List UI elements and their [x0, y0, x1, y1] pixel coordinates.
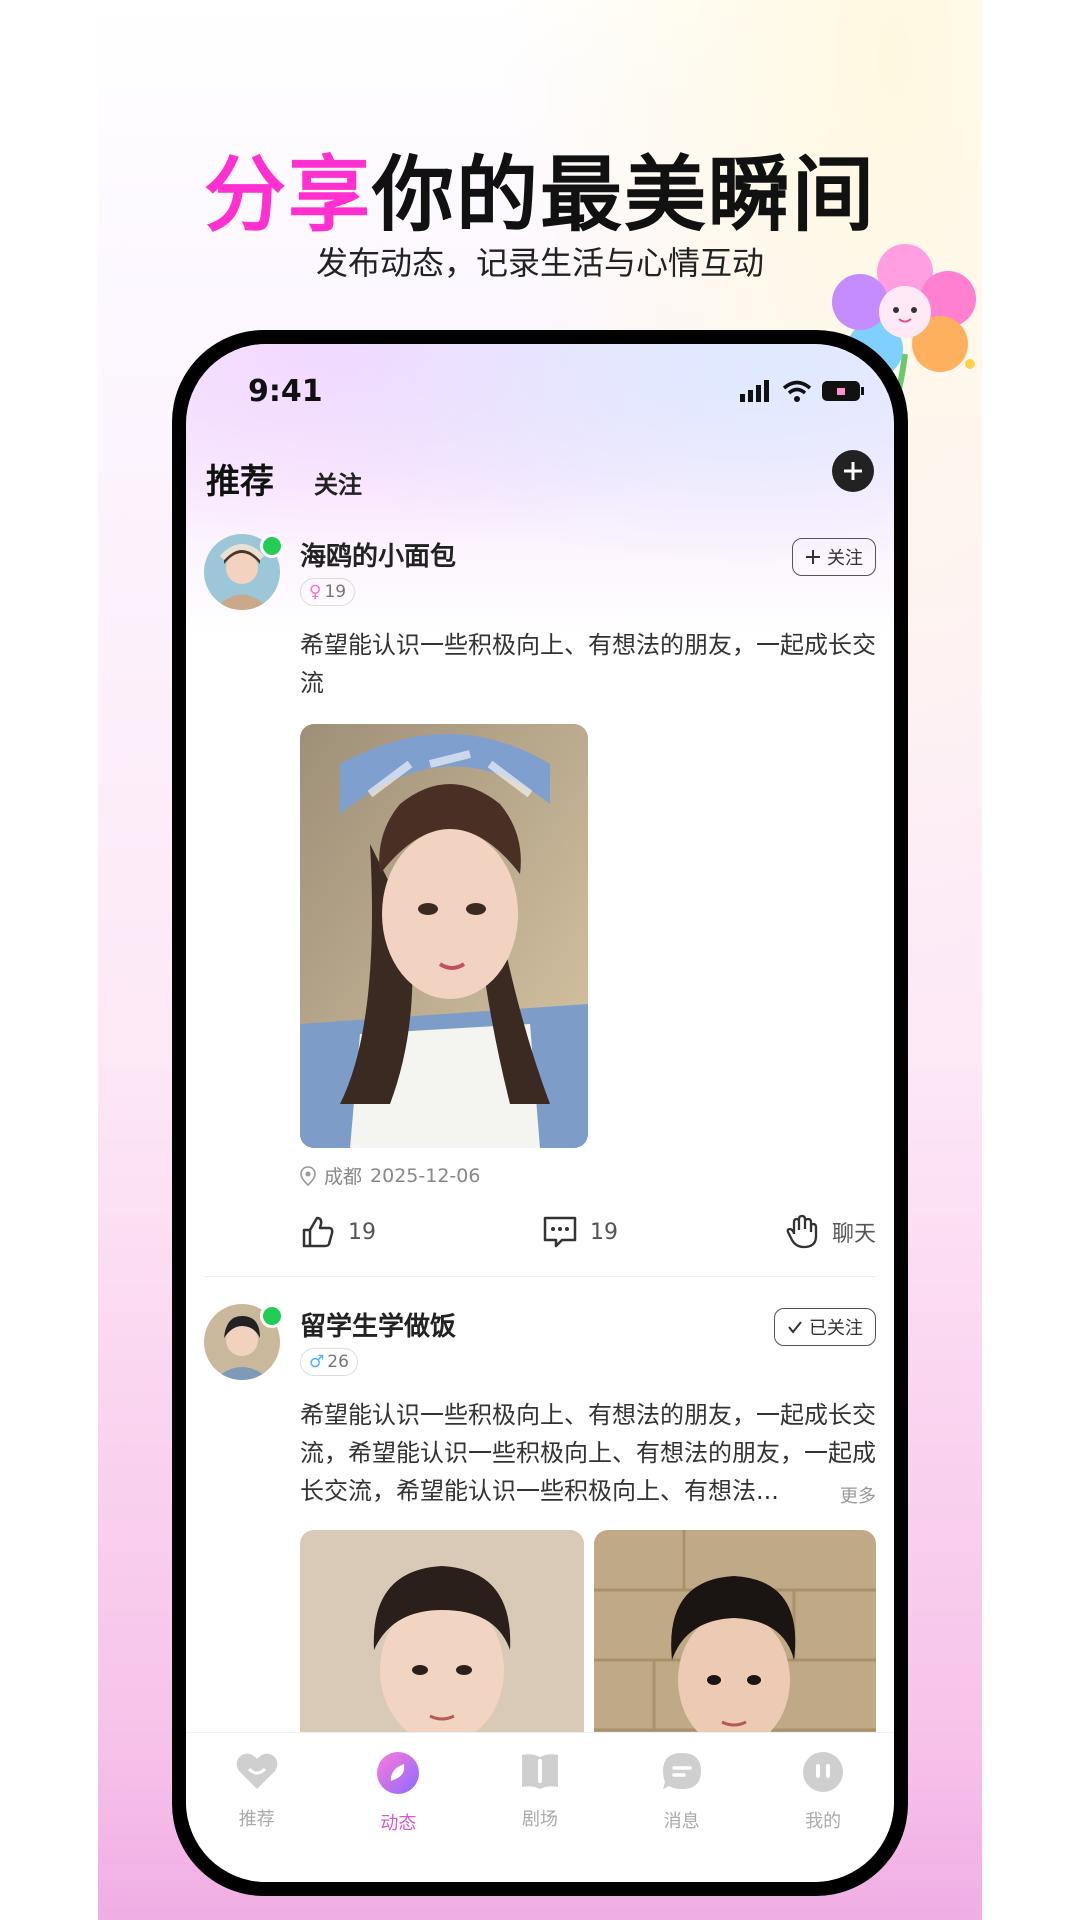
like-button[interactable]: 19	[300, 1214, 376, 1250]
post-card: 海鸥的小面包 ♀ 19 关注 希望能认识一些积极向上、有想法的朋友，一起成长交流	[204, 534, 876, 1249]
tab-recommend[interactable]: 推荐	[206, 454, 274, 503]
photo-girl-image	[300, 724, 588, 1148]
online-indicator	[260, 534, 284, 558]
bottom-tabbar: 推荐 动态 剧场 消息 我的	[186, 1732, 894, 1882]
post-text: 希望能认识一些积极向上、有想法的朋友，一起成长交流，希望能认识一些积极向上、有想…	[300, 1396, 876, 1510]
status-time: 9:41	[248, 374, 323, 409]
tabbar-label: 消息	[663, 1811, 700, 1832]
tabbar-item-profile[interactable]: 我的	[763, 1751, 883, 1882]
tabbar-item-theater[interactable]: 剧场	[480, 1751, 600, 1882]
tabbar-label: 推荐	[238, 1809, 275, 1830]
online-indicator	[260, 1304, 284, 1328]
status-icons	[740, 378, 864, 404]
headline-highlight: 分享	[203, 148, 372, 243]
post-actions: 19 19 聊天	[300, 1210, 876, 1254]
thumbs-up-icon	[302, 1216, 334, 1248]
headline-rest: 你的最美瞬间	[372, 148, 877, 243]
tabbar-item-messages[interactable]: 消息	[622, 1751, 742, 1882]
age-value: 19	[324, 582, 347, 602]
wave-hand-icon	[786, 1214, 818, 1249]
male-icon: ♂	[309, 1352, 325, 1372]
post-divider	[204, 1276, 876, 1277]
post-text: 希望能认识一些积极向上、有想法的朋友，一起成长交流	[300, 631, 876, 697]
theater-icon	[521, 1754, 558, 1789]
plus-icon	[806, 550, 820, 564]
more-link[interactable]: 更多	[840, 1482, 876, 1508]
location-text: 成都	[324, 1166, 363, 1188]
tabbar-item-recommend[interactable]: 推荐	[197, 1751, 317, 1882]
left-margin	[0, 0, 98, 1920]
right-margin	[982, 0, 1080, 1920]
username[interactable]: 海鸥的小面包	[300, 536, 456, 573]
age-value: 26	[327, 1352, 349, 1372]
comment-count: 19	[589, 1219, 618, 1245]
tabbar-label: 动态	[380, 1813, 417, 1834]
follow-button[interactable]: 关注	[792, 538, 876, 576]
tabbar-label: 我的	[805, 1811, 842, 1832]
female-icon: ♀	[309, 582, 322, 602]
add-post-button[interactable]	[832, 450, 874, 492]
date-text: 2025-12-06	[370, 1164, 481, 1187]
feed-icon	[377, 1752, 420, 1794]
signal-icon	[740, 380, 769, 402]
battery-icon	[822, 381, 864, 401]
post-text-content: 希望能认识一些积极向上、有想法的朋友，一起成长交流，希望能认识一些积极向上、有想…	[300, 1401, 876, 1505]
chat-button[interactable]: 聊天	[784, 1214, 876, 1250]
post-meta: 成都 2025-12-06	[300, 1162, 480, 1189]
phone-screen: 9:41 推荐 关注 海鸥的小面包 ♀ 19 关注 希望能认识一些积极向上、有想…	[186, 344, 894, 1882]
like-count: 19	[348, 1219, 376, 1245]
profile-icon	[803, 1752, 844, 1792]
check-icon	[788, 1321, 802, 1334]
heart-icon	[236, 1753, 278, 1789]
comment-button[interactable]: 19	[542, 1214, 618, 1250]
post-photo[interactable]	[300, 724, 588, 1148]
age-badge: ♂ 26	[300, 1348, 358, 1376]
followed-label: 已关注	[809, 1318, 863, 1339]
headline: 分享你的最美瞬间	[0, 128, 1080, 247]
follow-label: 关注	[827, 548, 863, 569]
tabbar-label: 剧场	[521, 1809, 558, 1830]
username[interactable]: 留学生学做饭	[300, 1306, 456, 1343]
chat-label: 聊天	[831, 1222, 876, 1247]
plus-icon	[844, 462, 862, 480]
comment-icon	[543, 1216, 577, 1248]
location-icon	[300, 1165, 316, 1186]
wifi-icon	[782, 380, 812, 402]
top-tabs: 推荐 关注	[206, 454, 362, 503]
followed-button[interactable]: 已关注	[774, 1308, 876, 1346]
tabbar-item-feed[interactable]: 动态	[338, 1751, 458, 1882]
message-icon	[662, 1753, 701, 1789]
tab-follow[interactable]: 关注	[314, 465, 362, 500]
age-badge: ♀ 19	[300, 578, 356, 606]
